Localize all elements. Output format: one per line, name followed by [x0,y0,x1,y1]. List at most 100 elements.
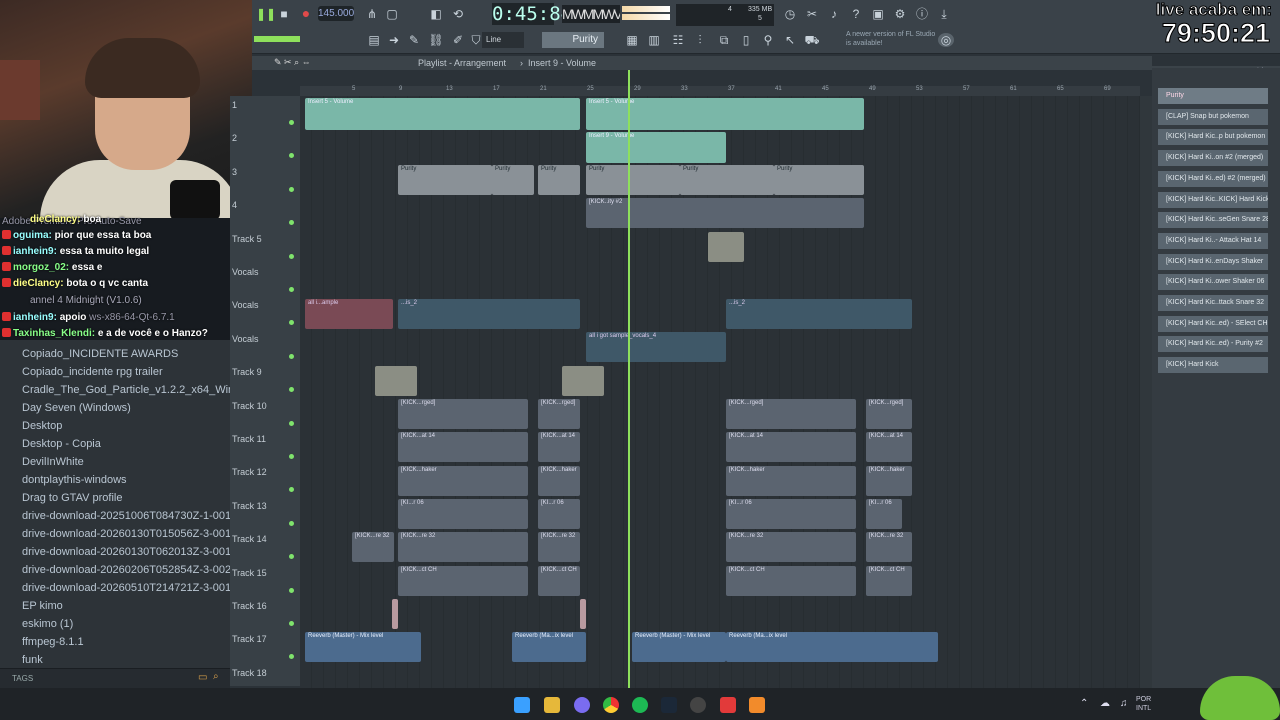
pattern-clip[interactable]: Purity [492,165,534,195]
paint-icon[interactable]: ✐ [450,33,466,47]
track-label[interactable]: Track 13 [232,501,267,511]
explorer-folder[interactable]: Copiado_INCIDENTE AWARDS [22,348,178,360]
explorer-folder[interactable]: Day Seven (Windows) [22,402,131,414]
playlist-grid[interactable]: Insert 5 - Volume Insert 5 - Volume Inse… [300,96,1140,688]
pattern-clip[interactable]: [KICK...re 32 [726,532,856,562]
track-label[interactable]: Track 17 [232,634,267,644]
time-display[interactable]: 0:45:84 [492,3,572,25]
explorer-folder[interactable]: eskimo (1) [22,618,73,630]
audio-clip[interactable] [562,366,604,396]
track-mute-toggle[interactable] [289,387,294,393]
explorer-folder[interactable]: drive-download-20260130T062013Z-3-001 [22,546,231,558]
track-mute-toggle[interactable] [289,420,294,426]
pattern-clip[interactable]: [KICK...haker [538,466,580,496]
audio-clip[interactable] [580,599,586,629]
countdown-icon[interactable]: ▢ [384,7,400,21]
playlist-icon[interactable]: ▦ [624,33,640,47]
step-record-icon[interactable]: ◧ [428,7,444,21]
explorer-folder[interactable]: funk [22,654,43,666]
pattern-clip[interactable]: [KICK...haker [726,466,856,496]
cut-icon[interactable]: ✂ [804,7,820,21]
explorer-folder[interactable]: Desktop [22,420,62,432]
track-mute-toggle[interactable] [289,153,294,159]
pattern-clip[interactable]: [KI...r 06 [726,499,856,529]
track-mute-toggle[interactable] [289,186,294,192]
pattern-clip[interactable]: [KICK...re 32 [538,532,580,562]
pattern-clip[interactable]: Purity [398,165,492,195]
pattern-clip[interactable]: [KICK...haker [398,466,528,496]
picker-item[interactable]: [KICK] Hard Kic..p but pokemon [1158,129,1268,146]
track-label[interactable]: Track 10 [232,401,267,411]
playhead[interactable] [628,70,630,688]
pattern-clip[interactable]: [KI...r 06 [866,499,902,529]
plugin-icon[interactable]: ⚙ [892,7,908,21]
cart-icon[interactable]: ⛟ [804,33,820,47]
picker-item[interactable]: [KICK] Hard Ki..ed) #2 (merged) [1158,170,1268,187]
mixer-icon[interactable]: ⫶ [692,33,708,47]
explorer-folder[interactable]: Desktop - Copia [22,438,101,450]
discord-icon[interactable] [574,697,590,713]
explorer-folder[interactable]: dontplaythis-windows [22,474,127,486]
picker-item[interactable]: [CLAP] Snap but pokemon [1158,108,1268,125]
track-label[interactable]: Vocals [232,334,259,344]
pattern-clip[interactable]: Purity [680,165,774,195]
tray-chevron-icon[interactable]: ⌃ [1080,698,1088,709]
tool-icons[interactable]: ✎ ✂ ⌕ ⇔ [274,57,311,68]
cursor-icon[interactable]: ↖ [782,33,798,47]
cloud-icon[interactable]: ☁ [1100,698,1110,709]
world-icon[interactable]: ◎ [938,33,954,47]
automation-clip[interactable]: Reeverb (Ma...ix level [512,632,586,662]
pattern-clip[interactable]: [KI...r 06 [398,499,528,529]
pattern-clip[interactable]: [KICK...re 32 [398,532,528,562]
track-label[interactable]: 4 [232,200,237,210]
explorer-folder[interactable]: drive-download-20251006T084730Z-1-001 [22,510,231,522]
steam-icon[interactable] [661,697,677,713]
pattern-clip[interactable]: [KICK...ct CH [726,566,856,596]
track-mute-toggle[interactable] [289,520,294,526]
picker-item[interactable]: [KICK] Hard Ki..on #2 (merged) [1158,150,1268,167]
track-mute-toggle[interactable] [289,220,294,226]
spotify-icon[interactable] [632,697,648,713]
track-label[interactable]: Track 12 [232,467,267,477]
pattern-clip[interactable]: [KICK...at 14 [538,432,580,462]
link-icon[interactable]: ⛓ [428,33,444,47]
track-label[interactable]: Vocals [232,267,259,277]
pattern-clip[interactable]: [KICK...re 32 [352,532,394,562]
pattern-clip[interactable]: Purity [586,165,680,195]
picker-item[interactable]: [KICK] Hard Kic..KICK] Hard Kick [1158,191,1268,208]
pattern-clip[interactable]: [KICK...rged] [866,399,912,429]
pattern-clip[interactable]: [KICK...at 14 [726,432,856,462]
pattern-clip[interactable]: [KICK...rged] [398,399,528,429]
audio-clip[interactable]: all i...ample [305,299,393,329]
tempo-display[interactable]: 145.000 [318,6,354,21]
track-mute-toggle[interactable] [289,621,294,626]
pattern-clip[interactable]: Purity [538,165,580,195]
download-icon[interactable]: ⤓ [936,7,952,21]
pattern-clip[interactable]: [KICK...at 14 [398,432,528,462]
picker-item[interactable]: [KICK] Hard Kic..ttack Snare 32 [1158,295,1268,311]
explorer-folder[interactable]: drive-download-20260206T052854Z-3-002 [22,564,231,576]
record-icon[interactable]: ● [298,6,314,20]
info-icon[interactable]: ⓘ [914,7,930,21]
save-icon[interactable]: ▣ [870,7,886,21]
mic-tray-icon[interactable]: ♫ [1120,698,1128,709]
pattern-clip[interactable]: [KICK...haker [866,466,912,496]
automation-clip[interactable]: Insert 5 - Volume [305,98,580,130]
app-icon[interactable] [720,697,736,713]
tempo-slider[interactable] [254,36,300,42]
explorer-folder[interactable]: drive-download-20260510T214721Z-3-001 [22,582,231,594]
track-label[interactable]: Track 18 [232,668,267,678]
track-mute-toggle[interactable] [289,253,294,259]
audio-clip[interactable] [375,366,417,396]
track-mute-toggle[interactable] [289,554,294,560]
pattern-clip[interactable]: [KICK...ct CH [866,566,912,596]
track-label[interactable]: Track 9 [232,367,262,377]
pause-icon[interactable]: ❚❚ [256,7,276,21]
automation-clip[interactable]: Reeverb (Master) - Mix level [632,632,726,662]
track-label[interactable]: Track 11 [232,434,266,444]
explorer-folder[interactable]: drive-download-20260130T015056Z-3-001 [22,528,231,540]
picker-item[interactable]: [KICK] Hard Kic..ed) - SElect CH [1158,315,1268,332]
plug-icon[interactable]: ⚲ [760,33,776,47]
piano-roll-icon[interactable]: ▥ [646,33,662,47]
track-mute-toggle[interactable] [289,487,294,493]
